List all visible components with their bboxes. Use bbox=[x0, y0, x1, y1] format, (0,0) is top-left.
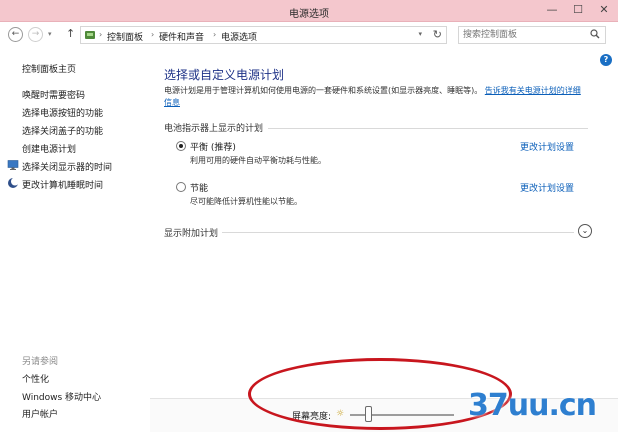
sidebar-item-control-panel-home[interactable]: 控制面板主页 bbox=[22, 62, 76, 75]
section-divider bbox=[222, 232, 574, 233]
search-input[interactable] bbox=[459, 27, 579, 43]
back-button[interactable]: ← bbox=[8, 27, 23, 42]
see-also-personalization[interactable]: 个性化 bbox=[22, 372, 49, 385]
change-plan-settings-link[interactable]: 更改计划设置 bbox=[520, 181, 574, 194]
breadcrumb-separator: › bbox=[213, 30, 217, 39]
sidebar-item-sleep-time[interactable]: 更改计算机睡眠时间 bbox=[22, 178, 103, 191]
plan-name[interactable]: 节能 bbox=[190, 181, 208, 194]
plan-power-saver-radio[interactable] bbox=[176, 182, 186, 192]
close-button[interactable]: ✕ bbox=[592, 2, 616, 18]
chevron-down-icon[interactable]: ⌄ bbox=[578, 224, 592, 238]
sidebar-item-lid-close[interactable]: 选择关闭盖子的功能 bbox=[22, 124, 103, 137]
maximize-button[interactable]: ☐ bbox=[566, 2, 590, 18]
breadcrumb-control-panel[interactable]: 控制面板 bbox=[107, 30, 143, 43]
monitor-icon bbox=[7, 160, 19, 170]
show-additional-plans-heading[interactable]: 显示附加计划 bbox=[164, 226, 218, 239]
change-plan-settings-link[interactable]: 更改计划设置 bbox=[520, 140, 574, 153]
breadcrumb-separator: › bbox=[99, 30, 103, 39]
address-dropdown-icon[interactable]: ▾ bbox=[418, 30, 422, 38]
plan-balanced-radio[interactable] bbox=[176, 141, 186, 151]
plan-description: 尽可能降低计算机性能以节能。 bbox=[190, 197, 302, 206]
minimize-button[interactable]: — bbox=[540, 2, 564, 18]
address-bar[interactable]: › 控制面板 › 硬件和声音 › 电源选项 ▾ ↻ bbox=[80, 26, 447, 44]
watermark-text: 37uu.cn bbox=[468, 388, 597, 423]
plan-name[interactable]: 平衡 (推荐) bbox=[190, 140, 236, 153]
section-divider bbox=[268, 128, 588, 129]
moon-icon bbox=[8, 177, 19, 188]
up-button[interactable]: ↑ bbox=[66, 27, 75, 40]
navigation-bar: ← → ▾ ↑ › 控制面板 › 硬件和声音 › 电源选项 ▾ ↻ bbox=[0, 22, 618, 48]
see-also-user-accounts[interactable]: 用户帐户 bbox=[22, 407, 58, 420]
page-title: 选择或自定义电源计划 bbox=[164, 68, 285, 82]
window-title: 电源选项 bbox=[289, 9, 329, 20]
refresh-icon[interactable]: ↻ bbox=[433, 28, 442, 41]
sidebar: 控制面板主页 唤醒时需要密码 选择电源按钮的功能 选择关闭盖子的功能 创建电源计… bbox=[0, 48, 150, 432]
breadcrumb-separator: › bbox=[151, 30, 155, 39]
sidebar-item-require-password[interactable]: 唤醒时需要密码 bbox=[22, 88, 85, 101]
search-icon[interactable] bbox=[590, 29, 600, 39]
breadcrumb-hardware-sound[interactable]: 硬件和声音 bbox=[159, 30, 204, 43]
search-box[interactable] bbox=[458, 26, 606, 44]
control-panel-icon bbox=[85, 31, 95, 39]
intro-description: 电源计划是用于管理计算机如何使用电源的一套硬件和系统设置(如显示器亮度、睡眠等)… bbox=[164, 86, 483, 95]
section-heading: 电池指示器上显示的计划 bbox=[164, 124, 264, 134]
plan-description: 利用可用的硬件自动平衡功耗与性能。 bbox=[190, 156, 326, 165]
sidebar-item-create-plan[interactable]: 创建电源计划 bbox=[22, 142, 76, 155]
see-also-mobility-center[interactable]: Windows 移动中心 bbox=[22, 390, 101, 403]
sidebar-item-display-off[interactable]: 选择关闭显示器的时间 bbox=[22, 160, 112, 173]
forward-button[interactable]: → bbox=[28, 27, 43, 42]
sidebar-item-power-button[interactable]: 选择电源按钮的功能 bbox=[22, 106, 103, 119]
intro-text: 电源计划是用于管理计算机如何使用电源的一套硬件和系统设置(如显示器亮度、睡眠等)… bbox=[164, 85, 584, 109]
see-also-heading: 另请参阅 bbox=[22, 357, 59, 367]
history-dropdown-icon[interactable]: ▾ bbox=[48, 30, 52, 38]
title-bar: 电源选项 — ☐ ✕ bbox=[0, 0, 618, 22]
watermark-logo: 37uu.cn bbox=[440, 382, 618, 432]
breadcrumb-power-options[interactable]: 电源选项 bbox=[221, 30, 257, 43]
